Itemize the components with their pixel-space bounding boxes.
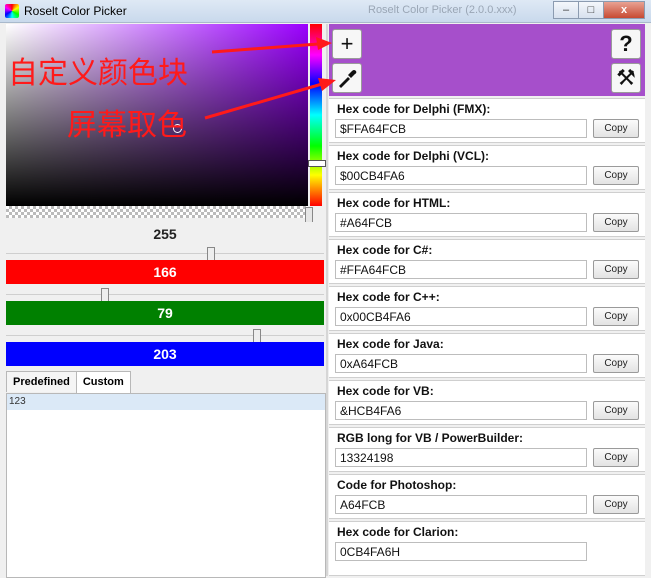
annotation-screen-pick: 屏幕取色 — [67, 108, 187, 143]
app-window: Roselt Color Picker Roselt Color Picker … — [0, 0, 651, 578]
annotation-custom-block: 自定义颜色块 — [8, 56, 188, 91]
